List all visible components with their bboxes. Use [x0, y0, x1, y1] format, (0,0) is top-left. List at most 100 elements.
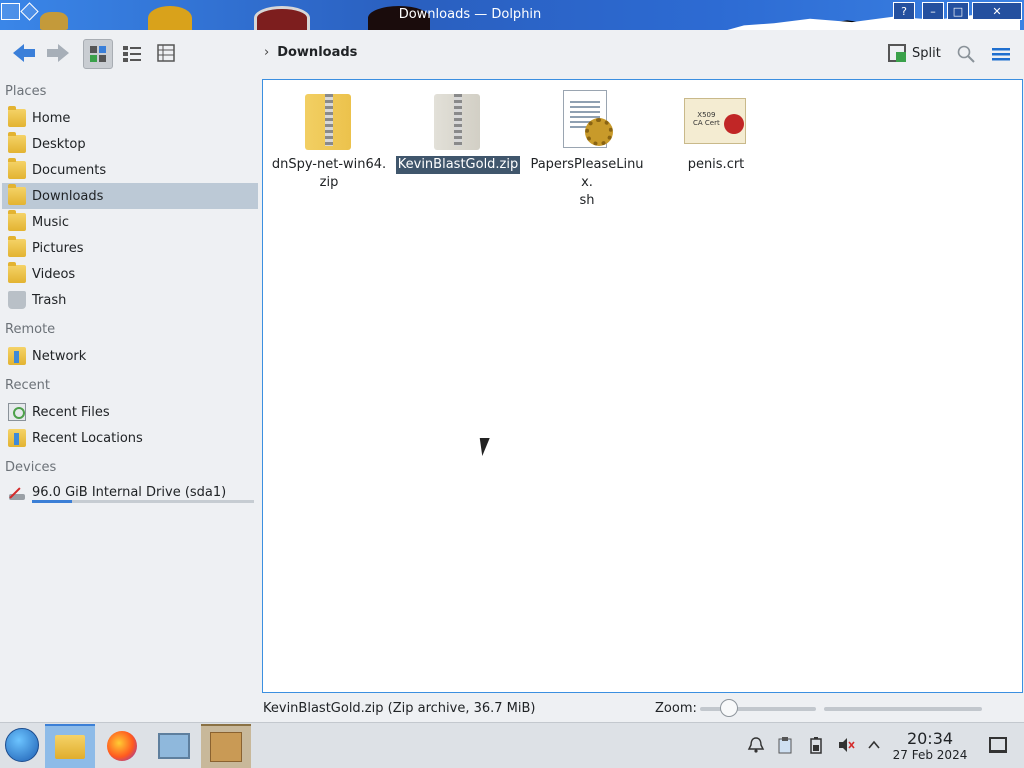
split-label: Split [912, 45, 941, 61]
sidebar-item-documents[interactable]: Documents [2, 157, 258, 183]
hamburger-menu-icon [992, 48, 1010, 61]
sidebar-item-recent-files[interactable]: Recent Files [2, 399, 258, 425]
system-settings-icon [158, 733, 190, 759]
videos-folder-icon [8, 262, 26, 283]
details-view-button[interactable] [152, 39, 182, 69]
search-icon [957, 45, 975, 63]
sidebar-item-label: Videos [32, 266, 76, 282]
task-firefox[interactable] [97, 724, 147, 768]
sidebar-item-music[interactable]: Music [2, 209, 258, 235]
file-item[interactable]: penis.crt [652, 88, 780, 174]
sidebar-item-label: Network [32, 348, 87, 364]
sidebar-item-label: Trash [32, 292, 67, 308]
sidebar-item-label: Music [32, 214, 69, 230]
sidebar-item-label: Recent Locations [32, 430, 143, 446]
devices-section-title: Devices [5, 460, 57, 475]
back-arrow-icon [13, 44, 35, 62]
file-name: PapersPleaseLinux. sh [530, 157, 644, 208]
clipboard-icon[interactable] [775, 734, 795, 756]
sidebar-item-label: Recent Files [32, 404, 110, 420]
task-system-settings[interactable] [149, 724, 199, 768]
drive-usage-bar [32, 500, 254, 503]
split-button[interactable]: Split [888, 44, 941, 62]
sidebar-item-label: Home [32, 110, 71, 126]
sidebar-item-recent-locations[interactable]: Recent Locations [2, 425, 258, 451]
music-folder-icon [8, 210, 26, 231]
sidebar-item-downloads[interactable]: Downloads [2, 183, 258, 209]
task-package-installer[interactable] [201, 724, 251, 768]
clock-date: 27 Feb 2024 [892, 748, 968, 762]
status-text: KevinBlastGold.zip (Zip archive, 36.7 Mi… [263, 701, 536, 716]
trash-icon [8, 291, 26, 309]
sidebar-item-label: 96.0 GiB Internal Drive (sda1) [32, 484, 227, 500]
breadcrumb[interactable]: › Downloads [264, 45, 357, 60]
back-button[interactable] [10, 38, 38, 68]
remote-section-title: Remote [5, 322, 56, 337]
folder-icon [55, 735, 85, 759]
places-section-title: Places [5, 84, 47, 99]
details-view-icon [157, 44, 175, 62]
recent-locations-icon [8, 429, 26, 447]
downloads-folder-icon [8, 184, 26, 205]
sidebar-item-label: Desktop [32, 136, 86, 152]
sidebar-item-trash[interactable]: Trash [2, 287, 258, 313]
zip-archive-icon [297, 88, 361, 152]
file-name: penis.crt [687, 157, 745, 172]
sidebar-item-videos[interactable]: Videos [2, 261, 258, 287]
breadcrumb-location[interactable]: Downloads [277, 45, 357, 60]
maximize-button[interactable]: □ [947, 2, 969, 20]
zoom-slider-handle[interactable] [720, 699, 738, 717]
pictures-folder-icon [8, 236, 26, 257]
compact-view-button[interactable] [118, 39, 148, 69]
battery-icon[interactable] [806, 734, 826, 756]
forward-button[interactable] [44, 38, 72, 68]
free-space-bar [824, 707, 982, 711]
search-button[interactable] [956, 44, 976, 64]
icons-view-icon [90, 46, 106, 62]
sidebar-item-pictures[interactable]: Pictures [2, 235, 258, 261]
menu-button[interactable] [990, 44, 1012, 64]
help-button[interactable]: ? [893, 2, 915, 20]
sidebar-item-label: Documents [32, 162, 107, 178]
file-item[interactable]: PapersPleaseLinux. sh [523, 88, 651, 210]
recent-section-title: Recent [5, 378, 50, 393]
notifications-icon[interactable] [746, 734, 766, 756]
close-button[interactable]: ✕ [972, 2, 1022, 20]
breadcrumb-chevron-icon[interactable]: › [264, 45, 269, 60]
clock-time: 20:34 [906, 729, 954, 748]
zip-archive-icon [426, 88, 490, 152]
tray-expand-icon[interactable] [864, 734, 884, 756]
title-bar: Downloads — Dolphin ? – □ ✕ [0, 0, 1024, 30]
sidebar-item-network[interactable]: Network [2, 343, 258, 369]
file-item[interactable]: KevinBlastGold.zip [394, 88, 522, 174]
firefox-icon [107, 731, 137, 761]
certificate-icon [684, 88, 748, 152]
sidebar-item-label: Pictures [32, 240, 84, 256]
desktop-folder-icon [8, 132, 26, 153]
start-menu-button[interactable] [5, 728, 39, 762]
show-desktop-button[interactable] [989, 737, 1007, 753]
drive-usage-fill [32, 500, 72, 503]
zoom-slider[interactable] [700, 707, 816, 711]
icons-view-button[interactable] [83, 39, 113, 69]
volume-muted-icon[interactable] [836, 734, 856, 756]
sidebar-item-desktop[interactable]: Desktop [2, 131, 258, 157]
file-name: KevinBlastGold.zip [395, 156, 521, 174]
forward-arrow-icon [47, 44, 69, 62]
compact-view-icon [123, 46, 141, 62]
package-icon [210, 732, 242, 762]
minimize-button[interactable]: – [922, 2, 944, 20]
recent-files-icon [8, 403, 26, 421]
zoom-label: Zoom: [655, 701, 697, 716]
split-view-icon [888, 44, 906, 62]
sidebar-item-home[interactable]: Home [2, 105, 258, 131]
network-folder-icon [8, 347, 26, 365]
home-folder-icon [8, 106, 26, 127]
file-name: dnSpy-net-win64. zip [271, 157, 387, 190]
sidebar-item-label: Downloads [32, 188, 104, 204]
file-item[interactable]: dnSpy-net-win64. zip [265, 88, 393, 192]
task-dolphin[interactable] [45, 724, 95, 768]
window-title: Downloads — Dolphin [398, 7, 542, 22]
shell-script-icon [555, 88, 619, 152]
clock[interactable]: 20:34 27 Feb 2024 [890, 729, 970, 763]
